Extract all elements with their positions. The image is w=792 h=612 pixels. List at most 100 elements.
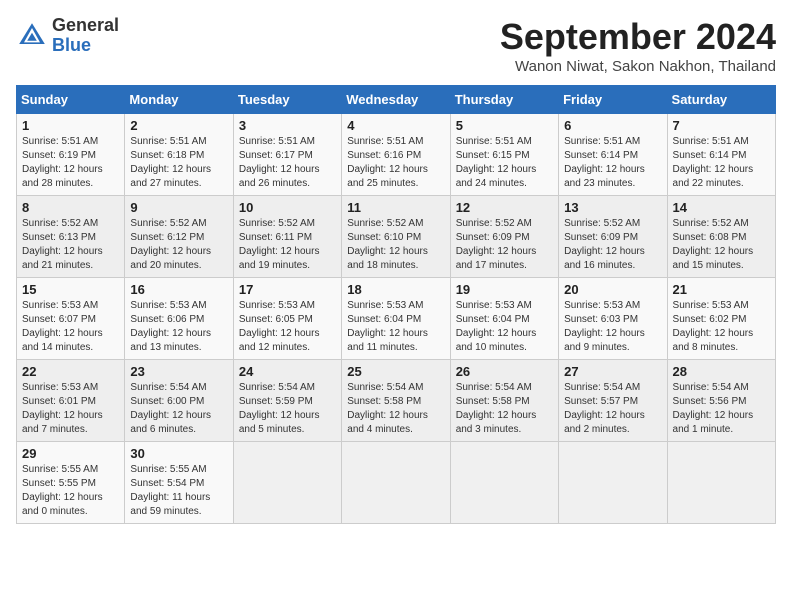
day-content: Sunrise: 5:51 AMSunset: 6:14 PMDaylight:… [564, 135, 661, 191]
calendar-cell: 14Sunrise: 5:52 AMSunset: 6:08 PMDayligh… [667, 196, 775, 278]
day-number: 1 [22, 118, 119, 133]
calendar-week-3: 15Sunrise: 5:53 AMSunset: 6:07 PMDayligh… [17, 278, 776, 360]
day-content: Sunrise: 5:53 AMSunset: 6:05 PMDaylight:… [239, 299, 336, 355]
calendar-cell: 3 Sunrise: 5:51 AMSunset: 6:17 PMDaylight… [233, 114, 341, 196]
day-number: 8 [22, 200, 119, 215]
month-title: September 2024 [500, 16, 776, 58]
day-content: Sunrise: 5:51 AMSunset: 6:14 PMDaylight:… [673, 135, 770, 191]
day-number: 27 [564, 364, 661, 379]
day-content: Sunrise: 5:54 AMSunset: 5:59 PMDaylight:… [239, 381, 336, 437]
calendar-week-1: 1 Sunrise: 5:51 AMSunset: 6:19 PMDaylight… [17, 114, 776, 196]
day-content: Sunrise: 5:54 AMSunset: 5:56 PMDaylight:… [673, 381, 770, 437]
header-row: SundayMondayTuesdayWednesdayThursdayFrid… [17, 86, 776, 114]
calendar-cell: 25 Sunrise: 5:54 AMSunset: 5:58 PMDayligh… [342, 360, 450, 442]
calendar-cell: 28Sunrise: 5:54 AMSunset: 5:56 PMDayligh… [667, 360, 775, 442]
day-number: 29 [22, 446, 119, 461]
day-number: 4 [347, 118, 444, 133]
day-number: 22 [22, 364, 119, 379]
day-content: Sunrise: 5:53 AMSunset: 6:03 PMDaylight:… [564, 299, 661, 355]
day-content: Sunrise: 5:55 AMSunset: 5:55 PMDaylight:… [22, 463, 119, 519]
day-content: Sunrise: 5:52 AMSunset: 6:12 PMDaylight:… [130, 217, 227, 273]
day-number: 11 [347, 200, 444, 215]
day-number: 5 [456, 118, 553, 133]
day-content: Sunrise: 5:51 AMSunset: 6:19 PMDaylight:… [22, 135, 119, 191]
calendar-cell: 15Sunrise: 5:53 AMSunset: 6:07 PMDayligh… [17, 278, 125, 360]
logo: General Blue [16, 16, 119, 56]
day-content: Sunrise: 5:53 AMSunset: 6:04 PMDaylight:… [347, 299, 444, 355]
calendar-body: 1 Sunrise: 5:51 AMSunset: 6:19 PMDaylight… [17, 114, 776, 524]
day-content: Sunrise: 5:51 AMSunset: 6:17 PMDaylight:… [239, 135, 336, 191]
day-content: Sunrise: 5:51 AMSunset: 6:16 PMDaylight:… [347, 135, 444, 191]
calendar-cell: 23 Sunrise: 5:54 AMSunset: 6:00 PMDayligh… [125, 360, 233, 442]
calendar-cell: 8 Sunrise: 5:52 AMSunset: 6:13 PMDaylight… [17, 196, 125, 278]
location-title: Wanon Niwat, Sakon Nakhon, Thailand [500, 58, 776, 75]
day-number: 26 [456, 364, 553, 379]
logo-text: General Blue [52, 16, 119, 56]
day-number: 7 [673, 118, 770, 133]
calendar-cell: 29 Sunrise: 5:55 AMSunset: 5:55 PMDayligh… [17, 442, 125, 524]
day-number: 9 [130, 200, 227, 215]
calendar-cell: 24Sunrise: 5:54 AMSunset: 5:59 PMDayligh… [233, 360, 341, 442]
day-number: 30 [130, 446, 227, 461]
calendar-cell: 9 Sunrise: 5:52 AMSunset: 6:12 PMDaylight… [125, 196, 233, 278]
day-content: Sunrise: 5:53 AMSunset: 6:07 PMDaylight:… [22, 299, 119, 355]
column-header-sunday: Sunday [17, 86, 125, 114]
calendar-cell: 13Sunrise: 5:52 AMSunset: 6:09 PMDayligh… [559, 196, 667, 278]
calendar-cell: 12 Sunrise: 5:52 AMSunset: 6:09 PMDayligh… [450, 196, 558, 278]
calendar-cell: 5 Sunrise: 5:51 AMSunset: 6:15 PMDaylight… [450, 114, 558, 196]
calendar-cell [559, 442, 667, 524]
calendar-cell: 20 Sunrise: 5:53 AMSunset: 6:03 PMDayligh… [559, 278, 667, 360]
day-number: 2 [130, 118, 227, 133]
calendar-cell: 22 Sunrise: 5:53 AMSunset: 6:01 PMDayligh… [17, 360, 125, 442]
day-content: Sunrise: 5:52 AMSunset: 6:08 PMDaylight:… [673, 217, 770, 273]
day-number: 12 [456, 200, 553, 215]
calendar-cell: 26Sunrise: 5:54 AMSunset: 5:58 PMDayligh… [450, 360, 558, 442]
day-number: 6 [564, 118, 661, 133]
calendar-cell: 16Sunrise: 5:53 AMSunset: 6:06 PMDayligh… [125, 278, 233, 360]
day-content: Sunrise: 5:53 AMSunset: 6:04 PMDaylight:… [456, 299, 553, 355]
calendar-cell [667, 442, 775, 524]
day-content: Sunrise: 5:53 AMSunset: 6:01 PMDaylight:… [22, 381, 119, 437]
title-block: September 2024 Wanon Niwat, Sakon Nakhon… [500, 16, 776, 75]
calendar-cell [233, 442, 341, 524]
day-content: Sunrise: 5:53 AMSunset: 6:02 PMDaylight:… [673, 299, 770, 355]
calendar-cell: 4 Sunrise: 5:51 AMSunset: 6:16 PMDaylight… [342, 114, 450, 196]
day-number: 3 [239, 118, 336, 133]
day-content: Sunrise: 5:51 AMSunset: 6:15 PMDaylight:… [456, 135, 553, 191]
day-content: Sunrise: 5:54 AMSunset: 6:00 PMDaylight:… [130, 381, 227, 437]
calendar-cell [450, 442, 558, 524]
calendar-cell: 21Sunrise: 5:53 AMSunset: 6:02 PMDayligh… [667, 278, 775, 360]
calendar-cell: 2Sunrise: 5:51 AMSunset: 6:18 PMDaylight… [125, 114, 233, 196]
logo-icon [16, 20, 48, 52]
day-number: 10 [239, 200, 336, 215]
calendar-cell: 17 Sunrise: 5:53 AMSunset: 6:05 PMDayligh… [233, 278, 341, 360]
column-header-tuesday: Tuesday [233, 86, 341, 114]
column-header-thursday: Thursday [450, 86, 558, 114]
calendar-week-4: 22 Sunrise: 5:53 AMSunset: 6:01 PMDayligh… [17, 360, 776, 442]
calendar-cell: 18Sunrise: 5:53 AMSunset: 6:04 PMDayligh… [342, 278, 450, 360]
column-header-saturday: Saturday [667, 86, 775, 114]
day-number: 17 [239, 282, 336, 297]
calendar-header: SundayMondayTuesdayWednesdayThursdayFrid… [17, 86, 776, 114]
calendar-cell: 27Sunrise: 5:54 AMSunset: 5:57 PMDayligh… [559, 360, 667, 442]
logo-general: General [52, 15, 119, 35]
day-content: Sunrise: 5:53 AMSunset: 6:06 PMDaylight:… [130, 299, 227, 355]
day-number: 23 [130, 364, 227, 379]
calendar-cell: 7 Sunrise: 5:51 AMSunset: 6:14 PMDaylight… [667, 114, 775, 196]
day-number: 20 [564, 282, 661, 297]
calendar-cell: 6 Sunrise: 5:51 AMSunset: 6:14 PMDaylight… [559, 114, 667, 196]
calendar-cell: 10 Sunrise: 5:52 AMSunset: 6:11 PMDayligh… [233, 196, 341, 278]
day-content: Sunrise: 5:52 AMSunset: 6:13 PMDaylight:… [22, 217, 119, 273]
calendar-table: SundayMondayTuesdayWednesdayThursdayFrid… [16, 85, 776, 524]
day-content: Sunrise: 5:54 AMSunset: 5:58 PMDaylight:… [347, 381, 444, 437]
day-content: Sunrise: 5:52 AMSunset: 6:11 PMDaylight:… [239, 217, 336, 273]
day-content: Sunrise: 5:55 AMSunset: 5:54 PMDaylight:… [130, 463, 227, 519]
day-number: 13 [564, 200, 661, 215]
calendar-cell: 11 Sunrise: 5:52 AMSunset: 6:10 PMDayligh… [342, 196, 450, 278]
day-number: 25 [347, 364, 444, 379]
day-number: 19 [456, 282, 553, 297]
calendar-cell: 30 Sunrise: 5:55 AMSunset: 5:54 PMDayligh… [125, 442, 233, 524]
logo-blue: Blue [52, 35, 91, 55]
day-content: Sunrise: 5:52 AMSunset: 6:09 PMDaylight:… [456, 217, 553, 273]
day-content: Sunrise: 5:52 AMSunset: 6:10 PMDaylight:… [347, 217, 444, 273]
